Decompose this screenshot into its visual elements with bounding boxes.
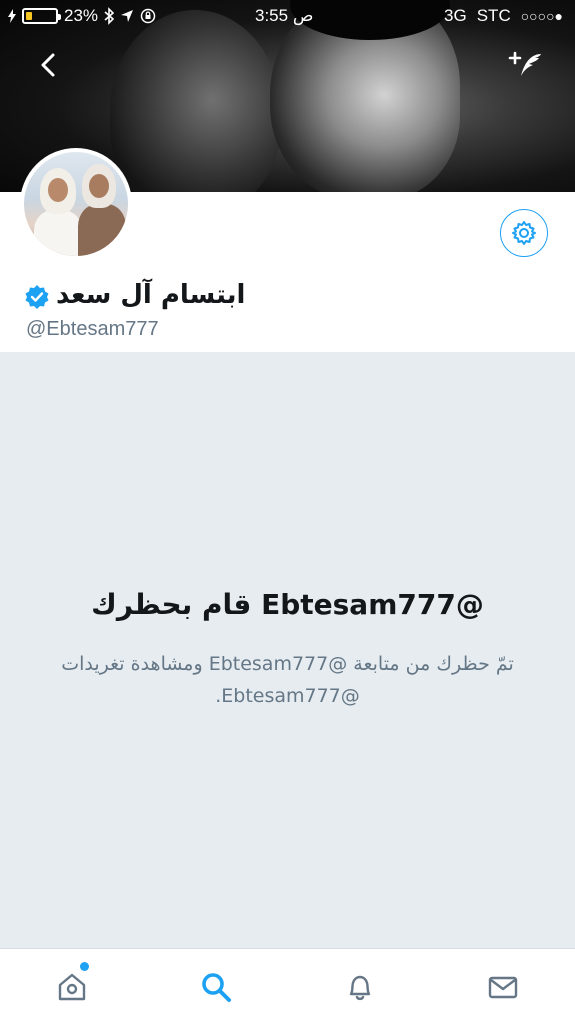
- charging-icon: [8, 9, 16, 23]
- envelope-icon: [488, 976, 518, 999]
- blocked-notice: @Ebtesam777 قام بحظرك تمّ حظرك من متابعة…: [0, 352, 575, 948]
- location-icon: [121, 10, 134, 22]
- avatar-figure-1-body: [34, 210, 82, 256]
- profile-settings-button[interactable]: [500, 209, 548, 257]
- avatar-figure-1-face: [48, 178, 68, 202]
- chevron-left-icon: [41, 53, 55, 77]
- blocked-description: تمّ حظرك من متابعة @Ebtesam777 ومشاهدة ت…: [61, 653, 514, 707]
- tab-home[interactable]: [52, 967, 92, 1007]
- carrier-name: STC: [476, 6, 511, 25]
- battery-percent: 23%: [64, 6, 99, 25]
- home-notification-dot: [80, 962, 89, 971]
- profile-avatar[interactable]: [20, 148, 132, 260]
- rotation-lock-icon: [140, 8, 156, 24]
- network-type: 3G: [444, 6, 467, 25]
- search-icon: [202, 973, 231, 1002]
- avatar-figure-2-body: [78, 204, 126, 256]
- compose-tweet-button[interactable]: [507, 48, 547, 82]
- bell-icon: [349, 975, 371, 1001]
- avatar-figure-2-face: [89, 174, 109, 198]
- home-icon: [58, 973, 86, 1001]
- banner-figure-left: [110, 10, 280, 192]
- tab-notifications[interactable]: [340, 967, 380, 1007]
- status-bar: 23% 3:55 ص 3G STC ○○○○●: [0, 0, 575, 34]
- tab-search[interactable]: [196, 967, 236, 1007]
- bottom-tab-bar: [0, 948, 575, 1024]
- status-time: 3:55 ص: [255, 6, 314, 25]
- compose-feather-icon: [508, 51, 541, 76]
- battery-icon: [22, 8, 61, 24]
- bluetooth-icon: [104, 7, 115, 25]
- signal-strength: ○○○○●: [520, 8, 563, 24]
- verified-badge-icon: [25, 285, 49, 309]
- profile-display-name: ابتسام آل سعد: [56, 280, 246, 310]
- status-left: 23%: [8, 6, 156, 26]
- profile-handle: @Ebtesam777: [26, 318, 159, 340]
- status-right: 3G STC ○○○○●: [444, 6, 563, 26]
- blocked-title: @Ebtesam777 قام بحظرك: [91, 588, 484, 621]
- gear-icon: [512, 221, 536, 245]
- tab-messages[interactable]: [483, 967, 523, 1007]
- back-button[interactable]: [34, 50, 64, 80]
- battery-fill: [26, 12, 33, 20]
